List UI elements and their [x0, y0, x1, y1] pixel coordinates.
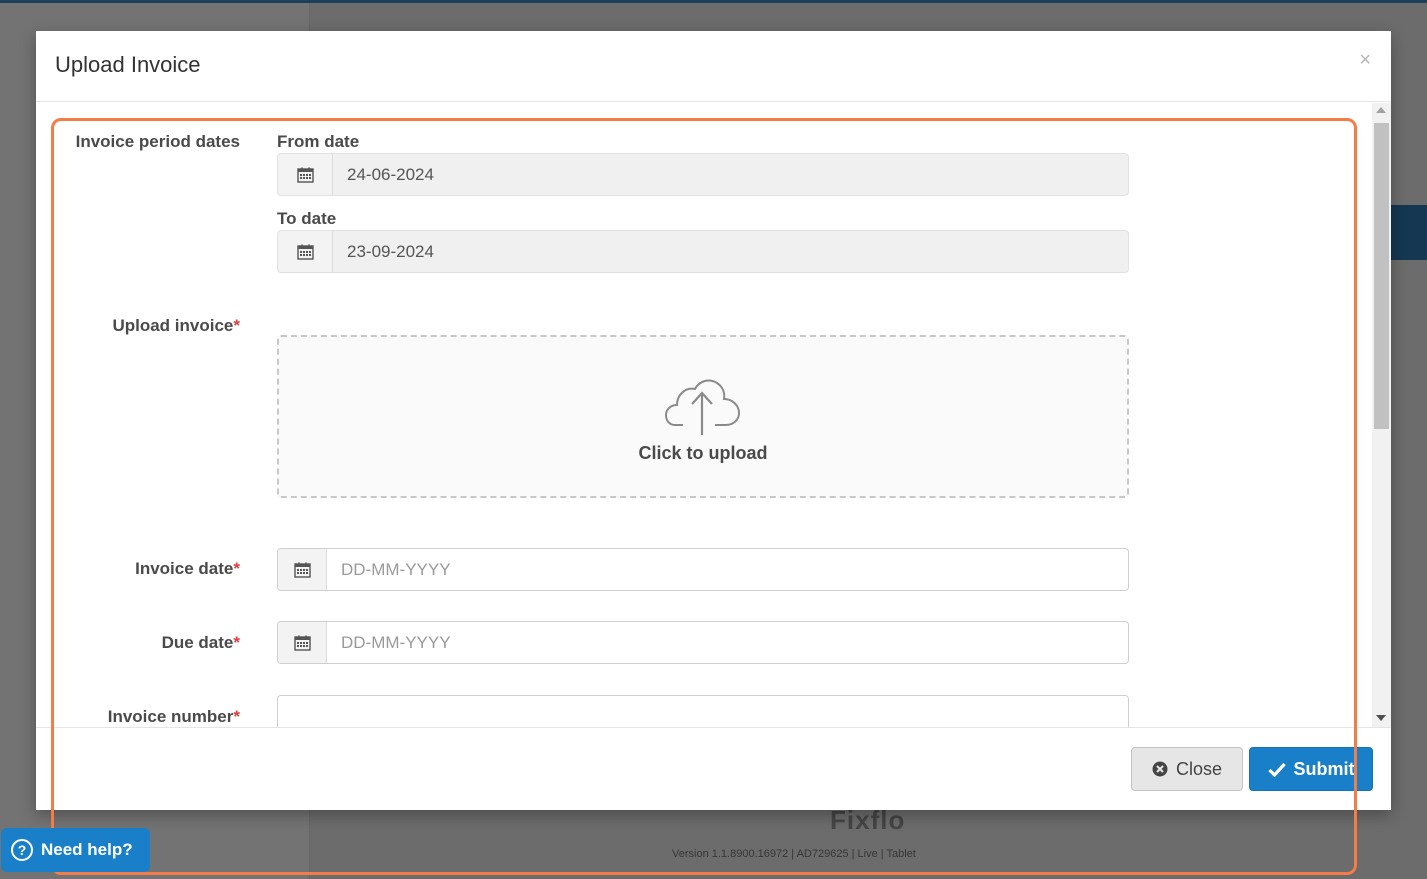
due-date-label: Due date* — [36, 633, 240, 653]
submit-button-label: Submit — [1293, 758, 1355, 779]
invoice-number-label: Invoice number* — [36, 707, 240, 727]
modal-header: Upload Invoice × — [36, 31, 1391, 102]
from-date-label: From date — [277, 132, 360, 151]
invoice-date-label: Invoice date* — [36, 559, 240, 579]
upload-prompt-text: Click to upload — [638, 443, 768, 463]
invoice-date-calendar-button[interactable] — [278, 549, 327, 590]
required-mark: * — [233, 316, 240, 335]
upload-dropzone[interactable]: Click to upload — [277, 335, 1129, 498]
required-mark: * — [233, 707, 240, 726]
invoice-period-label-text: Invoice period dates — [75, 132, 240, 151]
to-date-label: To date — [277, 209, 337, 228]
required-mark: * — [233, 633, 240, 652]
due-date-calendar-button[interactable] — [278, 622, 327, 663]
due-date-field[interactable]: DD-MM-YYYY — [277, 621, 1129, 664]
invoice-date-input[interactable]: DD-MM-YYYY — [327, 549, 1128, 590]
modal-body: Invoice period dates From date 24-06-202… — [36, 103, 1391, 727]
from-date-field[interactable]: 24-06-2024 — [277, 153, 1129, 196]
invoice-date-field[interactable]: DD-MM-YYYY — [277, 548, 1129, 591]
calendar-icon — [296, 167, 314, 183]
invoice-number-input[interactable] — [277, 695, 1129, 727]
to-date-calendar-button[interactable] — [278, 231, 333, 272]
upload-invoice-modal: Upload Invoice × Invoice period dates Fr… — [36, 31, 1391, 810]
upload-invoice-label-text: Upload invoice — [112, 316, 234, 335]
calendar-icon — [293, 562, 311, 578]
from-date-calendar-button[interactable] — [278, 154, 333, 195]
upload-invoice-label: Upload invoice* — [36, 316, 240, 336]
invoice-number-label-text: Invoice number — [107, 707, 234, 726]
scroll-up-arrow-icon[interactable] — [1376, 107, 1386, 113]
need-help-button[interactable]: ? Need help? — [1, 828, 150, 872]
to-date-field[interactable]: 23-09-2024 — [277, 230, 1129, 273]
scroll-down-arrow-icon[interactable] — [1376, 715, 1386, 721]
modal-footer: Close Submit — [36, 727, 1391, 810]
close-button[interactable]: Close — [1131, 747, 1243, 791]
modal-title: Upload Invoice — [55, 52, 201, 77]
check-icon — [1267, 762, 1286, 777]
due-date-label-text: Due date — [161, 633, 234, 652]
to-date-value: 23-09-2024 — [347, 241, 434, 261]
times-circle-icon — [1152, 761, 1168, 777]
calendar-icon — [293, 635, 311, 651]
due-date-input[interactable]: DD-MM-YYYY — [327, 622, 1128, 663]
close-button-label: Close — [1175, 758, 1223, 779]
required-mark: * — [233, 559, 240, 578]
question-circle-icon: ? — [11, 839, 33, 861]
cloud-upload-icon — [665, 379, 741, 435]
modal-close-x-button[interactable]: × — [1359, 49, 1371, 72]
submit-button[interactable]: Submit — [1249, 747, 1373, 791]
modal-scrollbar[interactable] — [1372, 103, 1391, 727]
from-date-value: 24-06-2024 — [347, 164, 434, 184]
scroll-thumb[interactable] — [1374, 123, 1389, 429]
calendar-icon — [296, 244, 314, 260]
invoice-date-label-text: Invoice date — [135, 559, 234, 578]
need-help-label: Need help? — [41, 840, 133, 859]
invoice-period-label: Invoice period dates — [36, 132, 240, 152]
